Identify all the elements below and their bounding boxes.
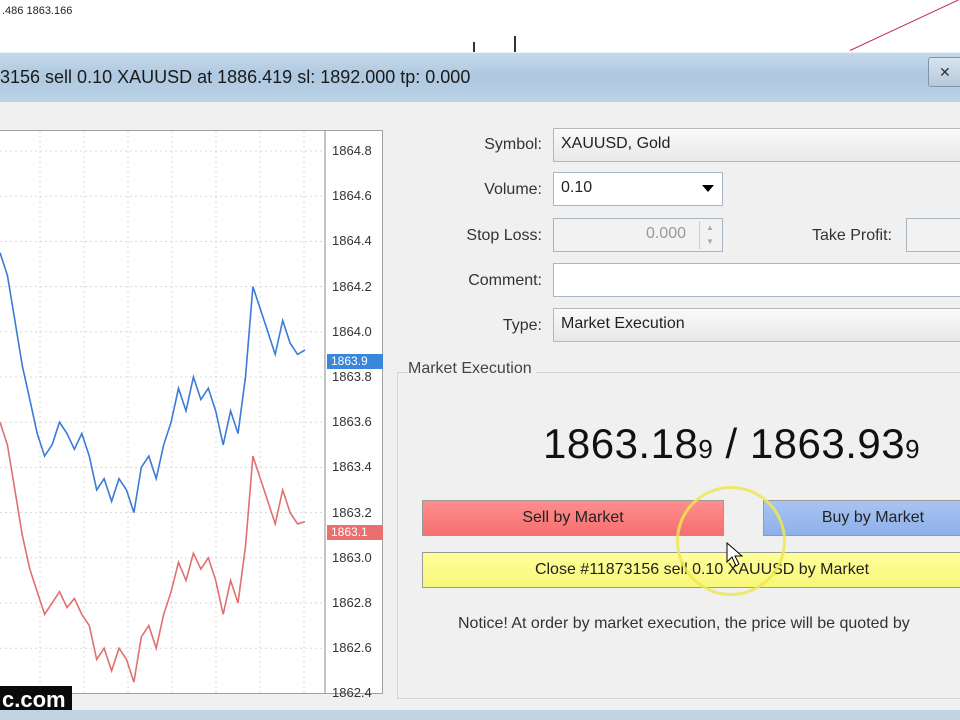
symbol-value: XAUUSD, Gold <box>561 135 671 152</box>
price-separator: / <box>713 420 750 467</box>
window-title: 3156 sell 0.10 XAUUSD at 1886.419 sl: 18… <box>0 67 471 87</box>
spinner-up-icon[interactable]: ▲ <box>700 221 720 235</box>
execution-notice: Notice! At order by market execution, th… <box>458 615 910 632</box>
buy-by-market-button[interactable]: Buy by Market <box>763 500 960 536</box>
takeprofit-input[interactable] <box>906 218 960 252</box>
symbol-select[interactable]: XAUUSD, Gold <box>553 128 960 162</box>
stoploss-spinner[interactable]: ▲ ▼ <box>699 221 720 249</box>
background-chart-strip: .486 1863.166 <box>0 0 960 53</box>
background-trend-line <box>849 0 959 51</box>
stoploss-label: Stop Loss: <box>466 227 542 244</box>
price-axis-label: 1864.2 <box>332 278 372 294</box>
tick-chart-svg <box>0 131 326 693</box>
price-axis-label: 1863.8 <box>332 369 372 384</box>
cursor-highlight <box>676 486 786 596</box>
execution-section-title: Market Execution <box>408 360 536 378</box>
price-axis-label: 1864.8 <box>332 143 372 158</box>
price-axis-label: 1863.2 <box>332 504 372 520</box>
order-dialog: 1864.8 1864.6 1864.4 1864.2 1864.0 1863.8 1863… <box>0 102 960 710</box>
volume-value: 0.10 <box>561 179 593 196</box>
volume-combobox[interactable]: 0.10 <box>553 172 723 206</box>
mouse-pointer-icon <box>726 542 744 567</box>
type-select[interactable]: Market Execution <box>553 308 960 342</box>
bid-price-line <box>0 421 306 683</box>
price-axis-label: 1864.0 <box>332 323 372 339</box>
price-axis-label: 1864.6 <box>332 188 372 204</box>
ask-price-tag: 1863.9 <box>327 354 383 369</box>
order-window-titlebar: 3156 sell 0.10 XAUUSD at 1886.419 sl: 18… <box>0 52 960 104</box>
close-icon: ✕ <box>939 64 951 80</box>
price-axis-label: 1864.4 <box>332 233 372 249</box>
bottom-frame <box>0 710 960 720</box>
type-label: Type: <box>502 317 542 334</box>
price-axis-label: 1863.6 <box>332 414 372 430</box>
background-candle <box>514 36 516 52</box>
stoploss-value: 0.000 <box>645 225 686 242</box>
symbol-label: Symbol: <box>484 136 542 153</box>
price-axis-label: 1863.4 <box>332 459 372 475</box>
comment-input[interactable] <box>553 263 960 297</box>
type-value: Market Execution <box>561 315 685 332</box>
tick-chart: 1864.8 1864.6 1864.4 1864.2 1864.0 1863.8 1863… <box>0 130 383 700</box>
spinner-down-icon[interactable]: ▼ <box>700 235 720 249</box>
price-axis-label: 1862.6 <box>332 640 372 656</box>
stoploss-input[interactable]: 0.000 ▲ ▼ <box>553 218 723 252</box>
background-price-label: .486 1863.166 <box>2 5 73 17</box>
chevron-down-icon[interactable] <box>702 185 714 192</box>
bid-price-main: 1863.18 <box>543 420 699 467</box>
price-axis-label: 1863.0 <box>332 549 372 565</box>
background-candle <box>473 42 475 52</box>
bid-price-pip: 9 <box>698 434 714 464</box>
volume-label: Volume: <box>484 181 542 198</box>
takeprofit-label: Take Profit: <box>811 227 892 244</box>
price-axis-label: 1862.4 <box>332 685 372 701</box>
ask-price-pip: 9 <box>905 434 921 464</box>
window-close-button[interactable]: ✕ <box>928 57 960 87</box>
comment-label: Comment: <box>468 272 542 289</box>
bid-price-tag: 1863.1 <box>327 525 383 540</box>
ask-price-main: 1863.93 <box>749 420 906 467</box>
price-quote: 1863.189 / 1863.939 <box>543 420 920 468</box>
price-axis-label: 1862.8 <box>332 595 372 610</box>
